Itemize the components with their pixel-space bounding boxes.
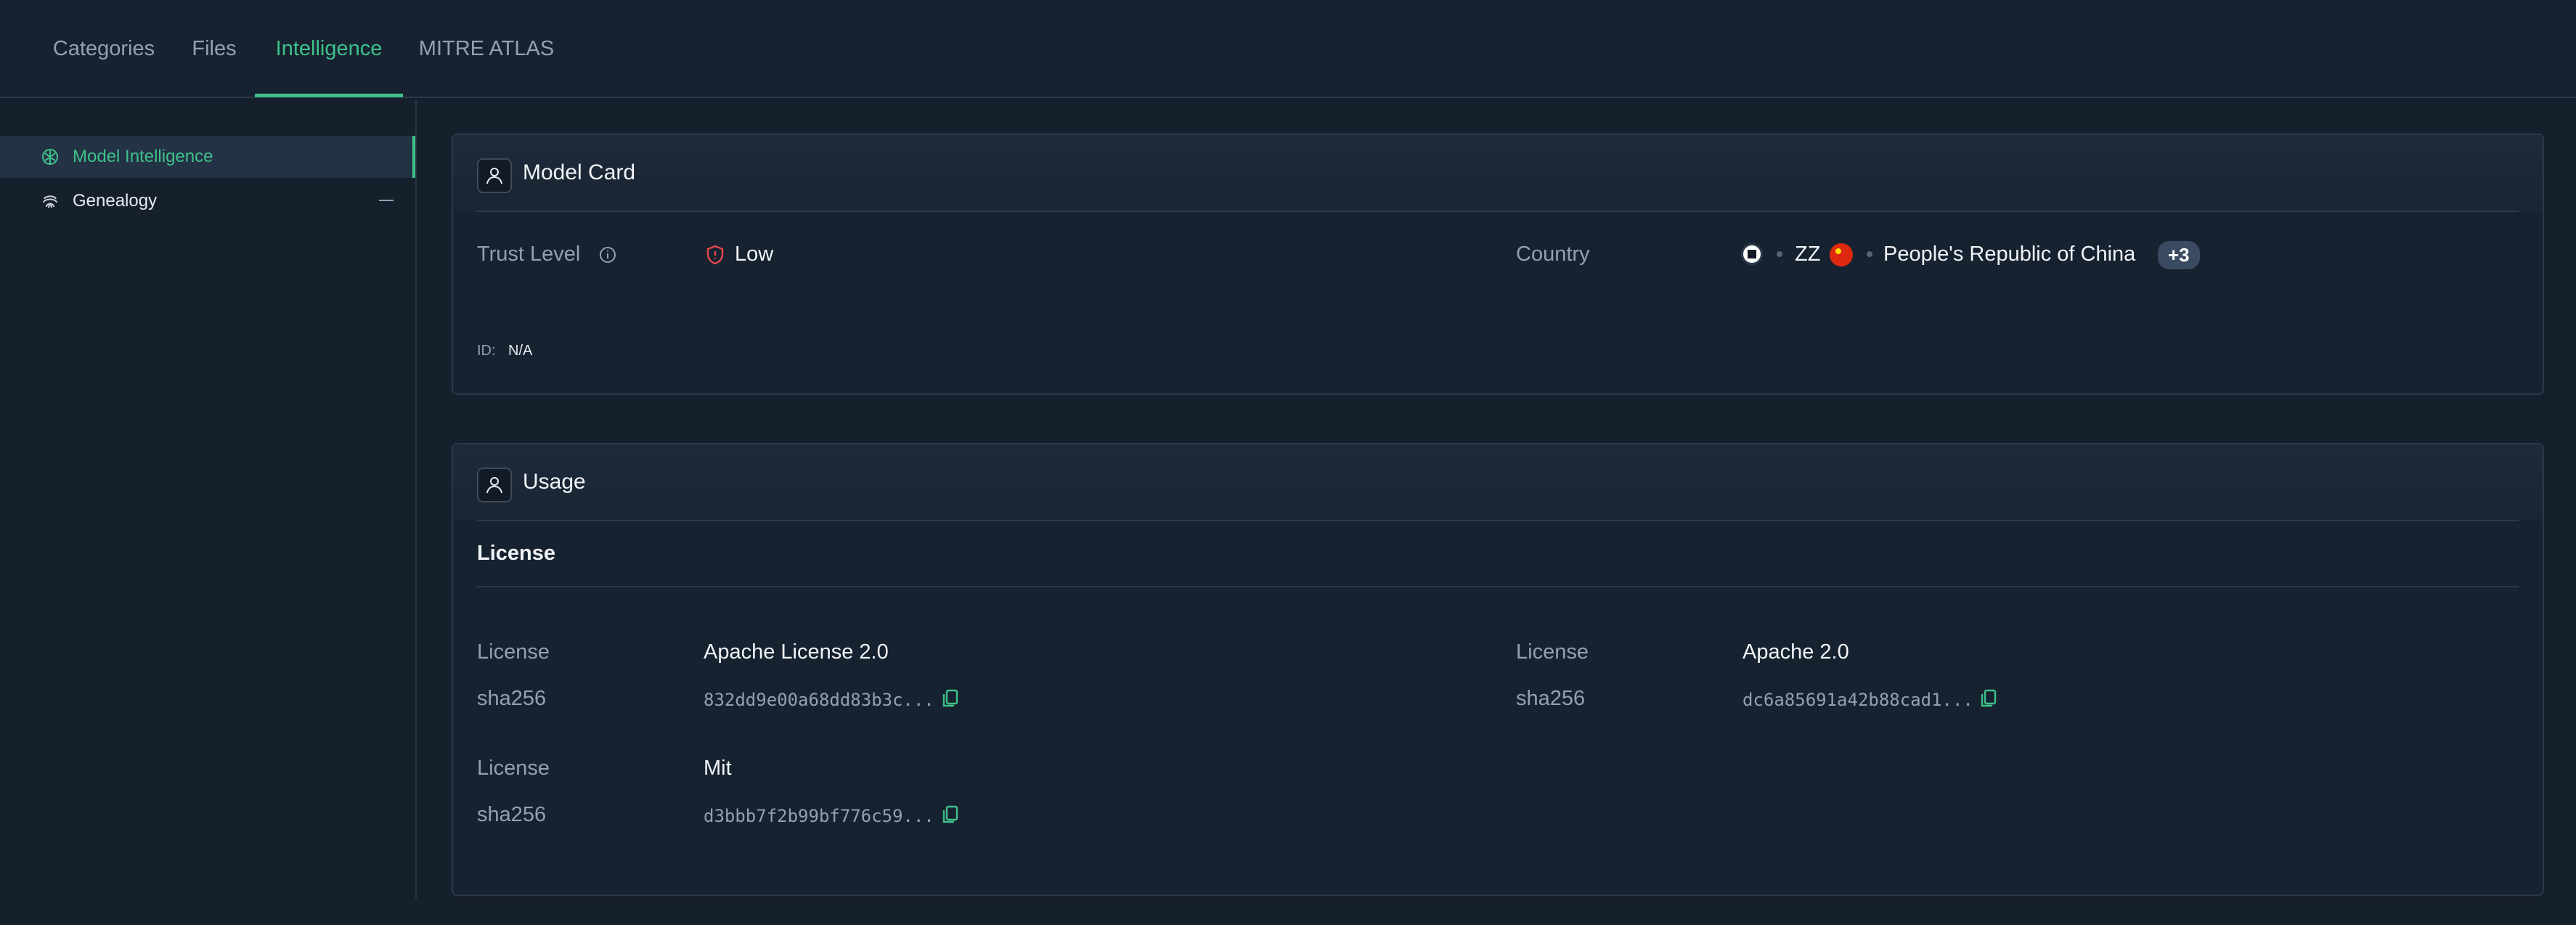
sidebar-item-model-intelligence[interactable]: Model Intelligence: [0, 136, 415, 178]
separator-dot: [1777, 251, 1782, 257]
license-section-title: License: [477, 542, 555, 565]
more-countries-badge[interactable]: +3: [2158, 241, 2200, 269]
info-icon[interactable]: [598, 245, 617, 264]
fingerprint-icon: [41, 192, 60, 211]
copy-icon[interactable]: [939, 688, 961, 709]
user-icon: [477, 468, 512, 502]
active-tab-indicator: [255, 94, 403, 97]
tab-mitre-atlas[interactable]: MITRE ATLAS: [414, 0, 559, 98]
hash-label: sha256: [477, 687, 547, 710]
brain-icon: [41, 147, 60, 166]
hash-value: d3bbb7f2b99bf776c59...: [704, 806, 934, 826]
card-title: Usage: [523, 470, 586, 494]
copy-icon[interactable]: [1978, 688, 2000, 709]
trust-level-label: Trust Level: [477, 243, 581, 266]
card-title: Model Card: [523, 160, 636, 184]
sidebar: Model Intelligence Genealogy: [0, 99, 417, 898]
divider: [477, 586, 2519, 587]
model-card-panel: Model Card Trust Level Low Country ZZ Pe…: [452, 134, 2544, 395]
sidebar-item-genealogy[interactable]: Genealogy: [0, 180, 415, 222]
usage-panel: Usage License License Apache License 2.0…: [452, 443, 2544, 896]
license-value: Mit: [704, 757, 732, 780]
hash-label: sha256: [477, 803, 547, 826]
license-label: License: [477, 640, 550, 664]
copy-icon[interactable]: [939, 804, 961, 826]
license-value: Apache 2.0: [1743, 640, 1849, 664]
collapse-icon[interactable]: [379, 200, 394, 201]
hash-value: dc6a85691a42b88cad1...: [1743, 690, 1973, 710]
sidebar-item-label: Model Intelligence: [73, 147, 213, 166]
tab-intelligence[interactable]: Intelligence: [255, 0, 403, 98]
country-label: Country: [1516, 243, 1590, 266]
user-icon: [477, 158, 512, 193]
country-code: ZZ: [1795, 243, 1821, 266]
card-header: [453, 444, 2543, 521]
id-value: N/A: [508, 343, 533, 359]
divider: [477, 211, 2519, 212]
china-flag-icon: [1830, 243, 1853, 266]
id-label: ID:: [477, 343, 496, 359]
license-label: License: [477, 757, 550, 780]
sidebar-item-label: Genealogy: [73, 191, 158, 211]
country-name: People's Republic of China: [1883, 243, 2136, 266]
trust-level-value: Low: [735, 243, 774, 266]
card-header: [453, 135, 2543, 212]
license-value: Apache License 2.0: [704, 640, 889, 664]
tab-files[interactable]: Files: [182, 0, 247, 98]
tab-categories[interactable]: Categories: [36, 0, 171, 98]
top-tab-bar: Categories Files Intelligence MITRE ATLA…: [0, 0, 2576, 98]
divider: [477, 520, 2519, 521]
hash-value: 832dd9e00a68dd83b3c...: [704, 690, 934, 710]
hash-label: sha256: [1516, 687, 1586, 710]
license-label: License: [1516, 640, 1589, 664]
separator-dot: [1867, 251, 1872, 257]
unknown-flag-icon: [1741, 243, 1763, 265]
shield-alert-icon: [704, 244, 726, 266]
